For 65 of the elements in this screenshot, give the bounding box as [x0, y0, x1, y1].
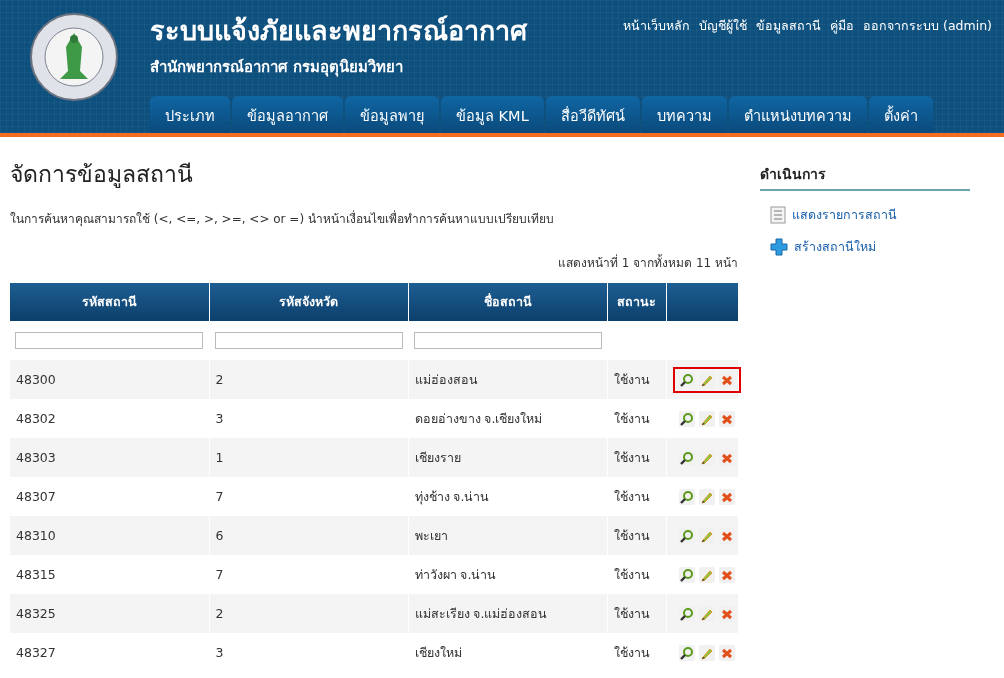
search-icon[interactable] — [678, 644, 695, 661]
delete-icon[interactable] — [718, 488, 735, 505]
table-cell: 48327 — [10, 633, 209, 672]
table-cell: พะเยา — [408, 516, 607, 555]
table-cell: เชียงราย — [408, 438, 607, 477]
column-header: สถานะ — [607, 283, 666, 321]
table-cell: 48310 — [10, 516, 209, 555]
sidebar-heading: ดำเนินการ — [760, 165, 970, 191]
table-cell: 3 — [209, 633, 408, 672]
nav-tab[interactable]: ข้อมูลพายุ — [345, 96, 439, 133]
search-icon[interactable] — [678, 566, 695, 583]
top-nav-link[interactable]: ออกจากระบบ (admin) — [863, 16, 992, 36]
document-list-icon — [770, 206, 786, 224]
table-cell: 2 — [209, 594, 408, 633]
system-title: ระบบแจ้งภัยและพยากรณ์อากาศ — [150, 14, 527, 48]
search-icon[interactable] — [678, 410, 695, 427]
column-header: รหัสจังหวัด — [209, 283, 408, 321]
nav-tab[interactable]: ประเภท — [150, 96, 230, 133]
table-cell: เชียงใหม่ — [408, 633, 607, 672]
filter-field[interactable] — [413, 332, 602, 349]
table-cell: 48300 — [10, 360, 209, 399]
table-cell: แม่ฮ่องสอน — [408, 360, 607, 399]
search-hint: ในการค้นหาคุณสามารถใช้ (<, <=, >, >=, <> or =) นำหน้าเงื่อนไขเพื่อทำการค้นหาแบบเปรียบเทียบ — [10, 211, 555, 227]
sidebar-link[interactable]: แสดงรายการสถานี — [792, 205, 897, 225]
table-cell: ใช้งาน — [607, 594, 666, 633]
delete-icon[interactable] — [718, 566, 735, 583]
filter-field[interactable] — [15, 332, 203, 349]
top-nav-link[interactable]: ข้อมูลสถานี — [756, 16, 822, 36]
search-icon[interactable] — [678, 449, 695, 466]
search-icon[interactable] — [678, 371, 695, 388]
table-cell: 1 — [209, 438, 408, 477]
table-cell: 48325 — [10, 594, 209, 633]
table-cell: ใช้งาน — [607, 360, 666, 399]
top-nav-link[interactable]: หน้าเว็บหลัก — [623, 16, 691, 36]
table-cell: 6 — [209, 516, 408, 555]
table-cell: 48307 — [10, 477, 209, 516]
page-title: จัดการข้อมูลสถานี — [10, 160, 194, 189]
table-cell: 48315 — [10, 555, 209, 594]
table-cell: แม่สะเรียง จ.แม่ฮ่องสอน — [408, 594, 607, 633]
top-nav-link[interactable]: บัญชีผู้ใช้ — [699, 16, 748, 36]
top-nav-link[interactable]: คู่มือ — [830, 16, 855, 36]
column-header: รหัสสถานี — [10, 283, 209, 321]
delete-icon[interactable] — [718, 410, 735, 427]
filter-field[interactable] — [214, 332, 403, 349]
nav-tab[interactable]: ข้อมูลอากาศ — [232, 96, 343, 133]
table-cell: ใช้งาน — [607, 438, 666, 477]
table-cell: ใช้งาน — [607, 633, 666, 672]
plus-icon — [770, 238, 788, 256]
search-icon[interactable] — [678, 527, 695, 544]
nav-tab[interactable]: บทความ — [641, 96, 727, 133]
delete-icon[interactable] — [718, 644, 735, 661]
page-info: แสดงหน้าที่ 1 จากทั้งหมด 11 หน้า — [556, 255, 738, 271]
search-icon[interactable] — [678, 605, 695, 622]
search-icon[interactable] — [678, 488, 695, 505]
nav-tab[interactable]: ตั้งค่า — [868, 96, 933, 133]
nav-tab[interactable]: ตำแหน่งบทความ — [728, 96, 867, 133]
department-subtitle: สำนักพยากรณ์อากาศ กรมอุตุนิยมวิทยา — [150, 57, 405, 77]
column-header: ชื่อสถานี — [408, 283, 607, 321]
table-cell: 48303 — [10, 438, 209, 477]
sidebar-link[interactable]: สร้างสถานีใหม่ — [794, 237, 876, 257]
nav-tab[interactable]: ข้อมูล KML — [441, 96, 544, 133]
table-cell: ใช้งาน — [607, 516, 666, 555]
table-cell: 2 — [209, 360, 408, 399]
nav-tab[interactable]: สื่อวีดีทัศน์ — [545, 96, 640, 133]
table-cell: 48302 — [10, 399, 209, 438]
